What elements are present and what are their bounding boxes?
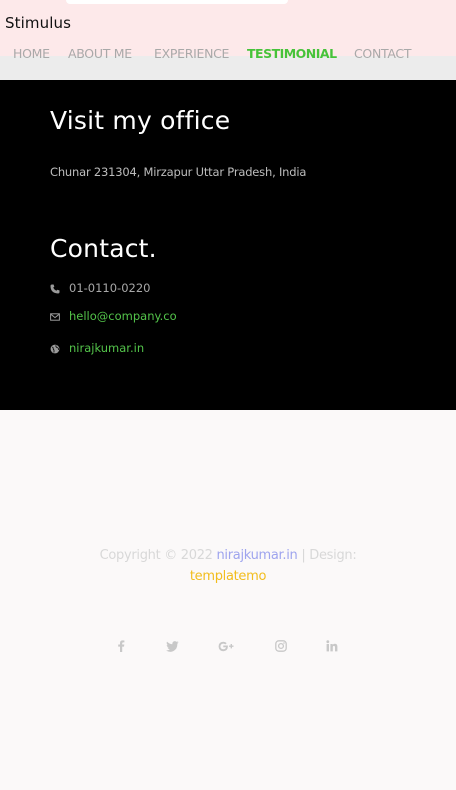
twitter-icon[interactable]	[163, 637, 181, 655]
nav-item-experience[interactable]: EXPERIENCE	[154, 46, 229, 61]
nav-item-testimonial[interactable]: TESTIMONIAL	[247, 46, 337, 61]
envelope-icon	[50, 311, 60, 321]
phone-icon	[50, 283, 60, 294]
nav-item-about-me[interactable]: ABOUT ME	[68, 46, 132, 61]
phone-number: 01-0110-0220	[69, 281, 151, 295]
google-plus-icon[interactable]	[217, 637, 235, 655]
design-link[interactable]: templatemo	[190, 569, 267, 584]
copyright-text: Copyright © 2022	[99, 548, 213, 563]
nav-item-home[interactable]: HOME	[13, 46, 50, 61]
site-header: Stimulus HOME ABOUT ME EXPERIENCE TESTIM…	[0, 0, 456, 80]
office-heading: Visit my office	[50, 106, 231, 135]
office-address: Chunar 231304, Mirzapur Uttar Pradesh, I…	[50, 165, 307, 179]
footer-copyright: Copyright © 2022 nirajkumar.in | Design:…	[0, 545, 456, 587]
header-decoration	[66, 0, 288, 4]
contact-website: nirajkumar.in	[50, 340, 144, 356]
contact-section: Visit my office Chunar 231304, Mirzapur …	[0, 80, 456, 410]
brand-logo[interactable]: Stimulus	[5, 14, 71, 32]
design-separator: | Design:	[301, 548, 357, 563]
instagram-icon[interactable]	[272, 637, 290, 655]
linkedin-icon[interactable]	[323, 637, 341, 655]
contact-email: hello@company.co	[50, 308, 177, 324]
main-nav: HOME ABOUT ME EXPERIENCE TESTIMONIAL CON…	[0, 46, 456, 64]
website-link[interactable]: nirajkumar.in	[69, 341, 144, 355]
author-link[interactable]: nirajkumar.in	[216, 548, 297, 563]
contact-heading: Contact.	[50, 234, 157, 263]
nav-item-contact[interactable]: CONTACT	[354, 46, 411, 61]
facebook-icon[interactable]	[112, 637, 130, 655]
contact-phone: 01-0110-0220	[50, 280, 150, 296]
globe-icon	[50, 343, 60, 354]
email-link[interactable]: hello@company.co	[69, 309, 177, 323]
